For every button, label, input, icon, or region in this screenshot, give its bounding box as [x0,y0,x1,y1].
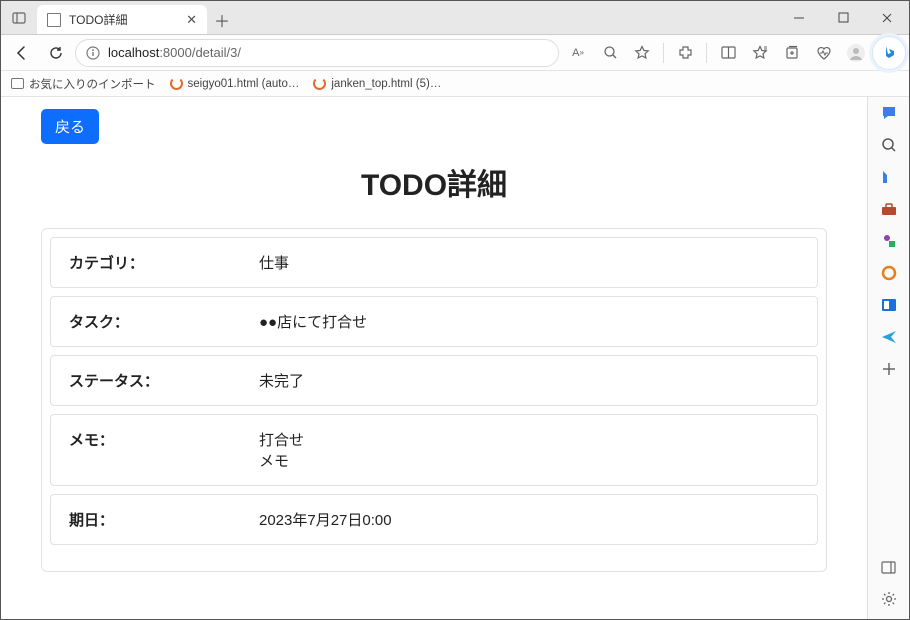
sidebar-tools-icon[interactable] [879,199,899,219]
url-text: localhost:8000/detail/3/ [108,45,241,60]
page-content: 戻る TODO詳細 カテゴリ： 仕事 タスク： ●●店にて打合せ ステータス： … [1,97,867,619]
new-tab-button[interactable]: ＋ [207,5,237,34]
page-icon [47,13,61,27]
detail-label: ステータス： [69,370,259,391]
detail-row-category: カテゴリ： 仕事 [50,237,818,288]
browser-tab[interactable]: TODO詳細 ✕ [37,5,207,34]
detail-value: 仕事 [259,252,289,273]
bookmarks-bar: お気に入りのインポート seigyo01.html (auto… janken_… [1,71,909,97]
detail-card: カテゴリ： 仕事 タスク： ●●店にて打合せ ステータス： 未完了 メモ： 打合… [41,228,827,572]
detail-value: 2023年7月27日0:00 [259,509,392,530]
detail-value: ●●店にて打合せ [259,311,367,332]
back-link-button[interactable]: 戻る [41,109,99,144]
favorite-star-icon[interactable] [627,38,657,68]
sidebar-games-icon[interactable] [879,231,899,251]
toolbar-divider [706,43,707,63]
window-titlebar: TODO詳細 ✕ ＋ [1,1,909,35]
edge-sidebar [867,97,909,619]
back-button[interactable] [7,38,37,68]
bookmark-item[interactable]: seigyo01.html (auto… [170,77,300,90]
toolbar-divider [663,43,664,63]
bookmark-item[interactable]: janken_top.html (5)… [313,77,441,90]
detail-row-memo: メモ： 打合せ メモ [50,414,818,486]
site-info-icon[interactable] [86,46,100,60]
bookmark-favicon [313,77,326,90]
detail-label: タスク： [69,311,259,332]
address-bar-row: localhost:8000/detail/3/ A» ⋯ [1,35,909,71]
sidebar-office-icon[interactable] [879,263,899,283]
collections-icon[interactable] [777,38,807,68]
bing-chat-icon[interactable] [872,36,906,70]
tab-actions-icon[interactable] [1,1,37,34]
detail-label: メモ： [69,429,259,471]
sidebar-search-icon[interactable] [879,135,899,155]
import-icon [11,78,24,89]
sidebar-outlook-icon[interactable] [879,295,899,315]
profile-icon[interactable] [841,38,871,68]
sidebar-add-icon[interactable] [879,359,899,379]
refresh-button[interactable] [41,38,71,68]
detail-label: 期日： [69,509,259,530]
tab-title: TODO詳細 [69,11,127,28]
detail-value: 打合せ メモ [259,429,304,471]
zoom-icon[interactable] [595,38,625,68]
detail-label: カテゴリ： [69,252,259,273]
sidebar-chat-icon[interactable] [879,103,899,123]
close-window-button[interactable] [865,1,909,34]
sidebar-send-icon[interactable] [879,327,899,347]
sidebar-settings-icon[interactable] [879,589,899,609]
window-controls [777,1,909,34]
extensions-icon[interactable] [670,38,700,68]
favorites-icon[interactable] [745,38,775,68]
sidebar-toggle-icon[interactable] [879,557,899,577]
bookmark-favicon [170,77,183,90]
detail-row-task: タスク： ●●店にて打合せ [50,296,818,347]
wellness-icon[interactable] [809,38,839,68]
detail-row-due: 期日： 2023年7月27日0:00 [50,494,818,545]
minimize-button[interactable] [777,1,821,34]
read-aloud-icon[interactable]: A» [563,38,593,68]
split-screen-icon[interactable] [713,38,743,68]
page-title: TODO詳細 [41,160,827,204]
detail-row-status: ステータス： 未完了 [50,355,818,406]
sidebar-shopping-icon[interactable] [879,167,899,187]
close-tab-icon[interactable]: ✕ [186,12,197,28]
import-favorites[interactable]: お気に入りのインポート [11,76,156,92]
detail-value: 未完了 [259,370,304,391]
address-bar[interactable]: localhost:8000/detail/3/ [75,39,559,67]
maximize-button[interactable] [821,1,865,34]
